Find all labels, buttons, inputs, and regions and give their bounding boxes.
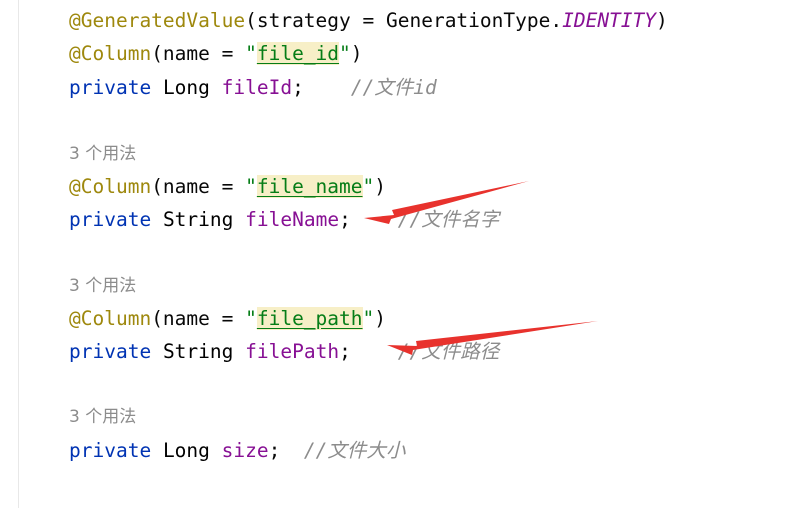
string-literal: file_name [256,175,363,198]
annotation-token: @Column [69,307,152,330]
code-token: (strategy = GenerationType. [245,9,563,32]
code-line-generated-value[interactable]: @GeneratedValue(strategy = GenerationTyp… [69,7,668,35]
type-token: String [162,208,234,231]
code-line-field-file-name[interactable]: private String fileName; //文件名字 [69,206,499,234]
code-editor[interactable]: @GeneratedValue(strategy = GenerationTyp… [0,0,811,508]
string-quote: " [245,175,257,198]
code-token: (name = [151,307,246,330]
code-token: ) [374,307,387,330]
gutter-divider [18,0,19,508]
field-name-token: fileId [221,76,293,99]
field-name-token: filePath [245,340,340,363]
string-quote: " [245,42,257,65]
usages-hint[interactable]: 3 个用法 [69,273,136,299]
string-quote: " [245,307,257,330]
code-comment: //文件id [350,76,437,99]
string-literal: file_id [256,42,340,65]
string-quote: " [362,307,375,330]
annotation-token: @GeneratedValue [69,9,246,32]
code-token: ) [350,42,363,65]
annotation-token: @Column [69,175,152,198]
code-line-column-file-path[interactable]: @Column(name = "file_path") [69,305,386,333]
keyword-token: private [69,208,152,231]
usages-hint[interactable]: 3 个用法 [69,404,136,430]
semicolon-token: ; [339,340,351,363]
keyword-token: private [69,340,152,363]
code-comment: //文件名字 [397,208,500,231]
semicolon-token: ; [339,208,351,231]
field-name-token: size [221,439,269,462]
code-token: ) [374,175,387,198]
keyword-token: private [69,76,152,99]
code-line-field-size[interactable]: private Long size; //文件大小 [69,437,405,465]
semicolon-token: ; [268,439,281,462]
code-line-column-file-name[interactable]: @Column(name = "file_name") [69,173,386,201]
usages-hint[interactable]: 3 个用法 [69,141,136,167]
code-token: (name = [151,175,246,198]
code-token: (name = [151,42,246,65]
string-quote: " [339,42,351,65]
enum-constant-token: IDENTITY [562,9,657,32]
code-line-column-file-id[interactable]: @Column(name = "file_id") [69,40,363,68]
type-token: Long [162,76,210,99]
field-name-token: fileName [245,208,340,231]
semicolon-token: ; [292,76,304,99]
string-literal: file_path [256,307,363,330]
type-token: String [162,340,234,363]
code-line-field-file-path[interactable]: private String filePath; //文件路径 [69,338,499,366]
string-quote: " [362,175,375,198]
type-token: Long [162,439,210,462]
code-line-field-file-id[interactable]: private Long fileId; //文件id [69,74,437,102]
annotation-token: @Column [69,42,152,65]
code-comment: //文件大小 [303,439,406,462]
code-token: ) [656,9,668,32]
keyword-token: private [69,439,152,462]
code-comment: //文件路径 [397,340,500,363]
